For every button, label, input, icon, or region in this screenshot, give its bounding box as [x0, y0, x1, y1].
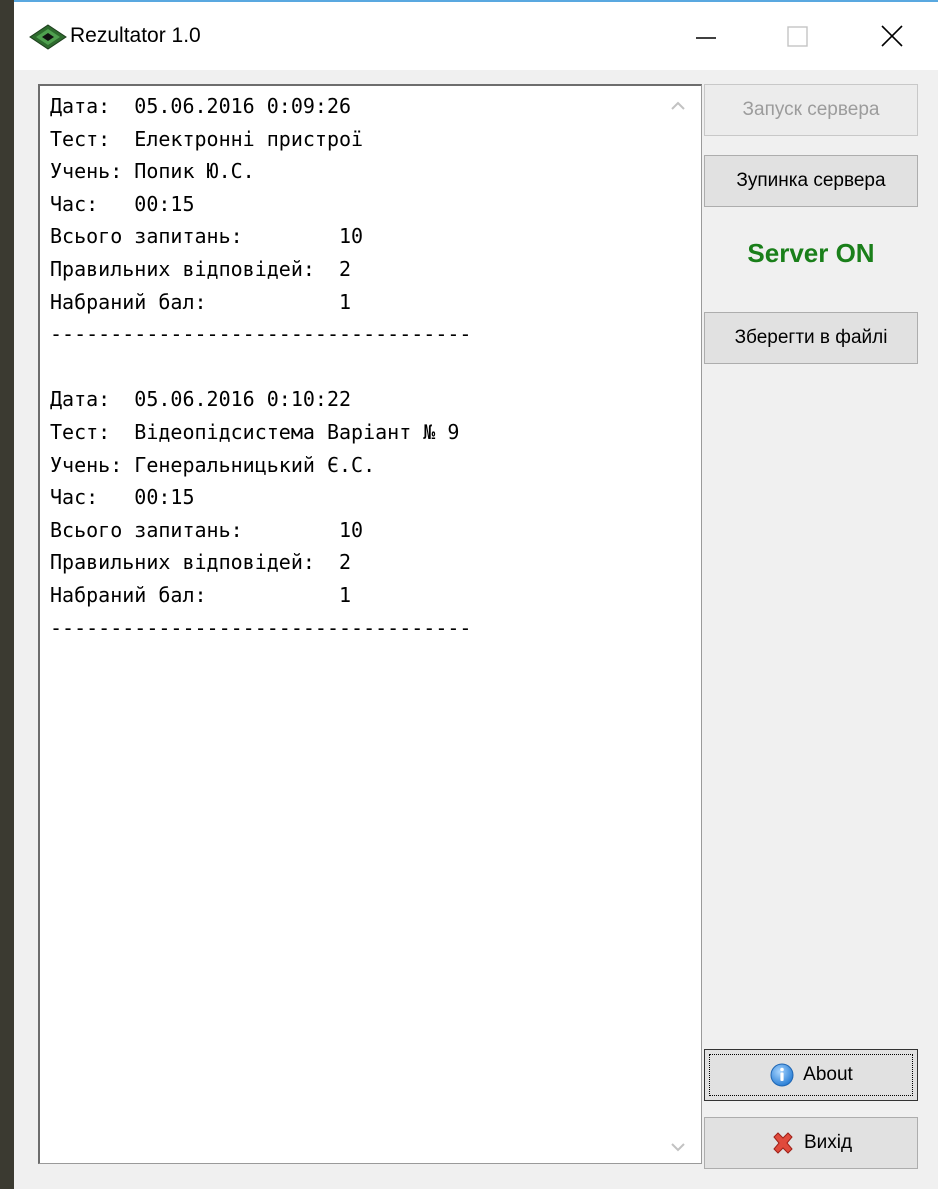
app-icon: [29, 24, 67, 50]
start-server-button[interactable]: Запуск сервера: [704, 84, 918, 136]
focus-rectangle: [709, 1054, 913, 1096]
scroll-up-arrow-icon[interactable]: [667, 96, 689, 116]
window-bottom-edge: [14, 1171, 938, 1189]
results-textarea[interactable]: Дата: 05.06.2016 0:09:26 Тест: Електронн…: [38, 84, 702, 1164]
save-to-file-button[interactable]: Зберегти в файлі: [704, 312, 918, 364]
app-window: Rezultator 1.0 Дата: 05.06.2016 0:09:26 …: [14, 0, 938, 1189]
title-bar[interactable]: Rezultator 1.0: [14, 2, 938, 70]
exit-button[interactable]: Вихід: [704, 1117, 918, 1169]
scroll-down-arrow-icon[interactable]: [667, 1137, 689, 1157]
stop-server-button[interactable]: Зупинка сервера: [704, 155, 918, 207]
results-log-text: Дата: 05.06.2016 0:09:26 Тест: Електронн…: [50, 94, 472, 640]
maximize-button[interactable]: [766, 2, 830, 70]
maximize-icon: [787, 26, 808, 47]
close-icon: [881, 25, 903, 47]
minimize-icon: [696, 37, 716, 39]
window-title: Rezultator 1.0: [70, 24, 201, 47]
red-x-icon: [773, 1132, 793, 1154]
close-button[interactable]: [860, 2, 924, 70]
minimize-button[interactable]: [674, 2, 738, 70]
server-status-label: Server ON: [747, 238, 875, 268]
exit-button-label: Вихід: [803, 1132, 853, 1153]
about-button[interactable]: About: [704, 1049, 918, 1101]
